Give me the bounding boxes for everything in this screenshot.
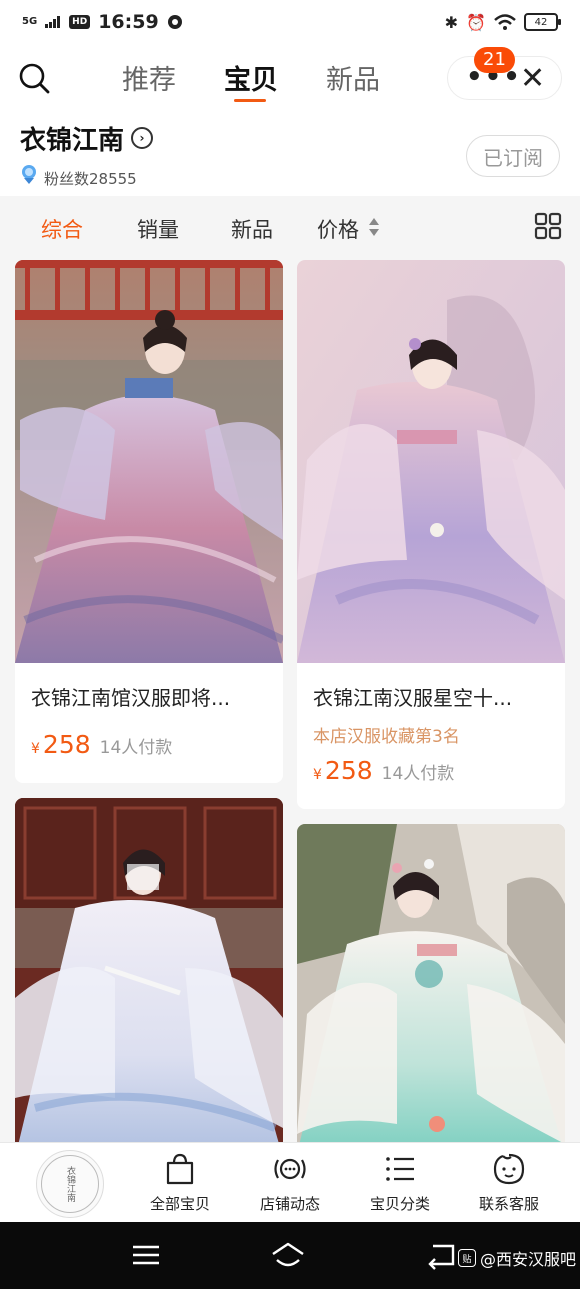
sold-count: 14人付款 xyxy=(99,738,173,758)
product-feed[interactable]: 衣锦江南馆汉服即将... ¥ 258 14人付款 衣锦江南汉服星空十... 本店… xyxy=(0,256,580,1142)
product-image xyxy=(15,798,283,1142)
fans-level-icon xyxy=(22,165,36,184)
watermark: 贴 @西安汉服吧 xyxy=(458,1246,576,1270)
product-card[interactable]: 衣锦江南馆汉服即将... ¥ 258 14人付款 xyxy=(15,260,283,783)
customer-service-label: 联系客服 xyxy=(478,1195,539,1213)
all-products-label: 全部宝贝 xyxy=(149,1195,210,1213)
shop-header: 衣锦江南 › 粉丝数28555 已订阅 xyxy=(0,110,580,196)
menu-icon[interactable] xyxy=(129,1240,163,1270)
tab-products[interactable]: 宝贝 xyxy=(224,58,278,97)
tab-new[interactable]: 新品 xyxy=(326,58,380,97)
back-icon[interactable] xyxy=(425,1240,459,1270)
price-row: ¥ 258 14人付款 xyxy=(313,756,454,785)
customer-service-button[interactable]: 联系客服 xyxy=(459,1151,559,1214)
product-price: 258 xyxy=(324,756,373,785)
chevron-right-icon[interactable]: › xyxy=(131,127,153,149)
subscribe-button[interactable]: 已订阅 xyxy=(466,135,560,177)
sold-count: 14人付款 xyxy=(381,764,455,784)
shop-rank-tag: 本店汉服收藏第3名 xyxy=(313,727,460,747)
clock: 16:59 xyxy=(98,11,159,33)
home-icon[interactable] xyxy=(271,1240,305,1270)
sort-bar: 综合 销量 新品 价格 xyxy=(0,196,580,256)
status-bar: 5G HD 16:59 ✱ ⏰ 42 xyxy=(0,0,580,44)
all-products-button[interactable]: 全部宝贝 xyxy=(130,1151,230,1214)
alarm-icon: ⏰ xyxy=(466,12,486,32)
grid-view-icon[interactable] xyxy=(534,212,562,240)
signal-icon xyxy=(45,16,61,28)
currency-symbol: ¥ xyxy=(31,741,40,757)
bluetooth-icon: ✱ xyxy=(444,12,459,32)
sort-price[interactable]: 价格 xyxy=(317,214,359,244)
category-list-icon xyxy=(386,1157,414,1181)
battery-icon: 42 xyxy=(524,13,561,31)
product-categories-label: 宝贝分类 xyxy=(369,1195,430,1213)
network-indicator: 5G xyxy=(22,16,38,27)
product-card[interactable] xyxy=(297,824,565,1142)
shopping-bag-icon xyxy=(166,1153,194,1185)
active-tab-indicator xyxy=(234,99,266,102)
currency-symbol: ¥ xyxy=(313,767,322,783)
product-image xyxy=(297,260,565,663)
product-card[interactable]: 衣锦江南汉服星空十... 本店汉服收藏第3名 ¥ 258 14人付款 xyxy=(297,260,565,809)
notification-icon xyxy=(167,15,182,29)
product-card[interactable] xyxy=(15,798,283,1142)
system-nav-bar: 贴 @西安汉服吧 xyxy=(0,1222,580,1289)
top-nav: 推荐 宝贝 新品 ••• ✕ 21 xyxy=(0,44,580,110)
shop-logo-text: 衣锦江南 xyxy=(41,1155,99,1213)
close-icon[interactable]: ✕ xyxy=(520,61,545,96)
product-title: 衣锦江南馆汉服即将... xyxy=(31,686,231,710)
message-count-badge: 21 xyxy=(474,47,515,73)
product-title: 衣锦江南汉服星空十... xyxy=(313,686,513,710)
search-icon[interactable] xyxy=(18,62,50,94)
shop-logo[interactable]: 衣锦江南 xyxy=(36,1150,104,1218)
hd-indicator: HD xyxy=(69,15,91,29)
watermark-text: @西安汉服吧 xyxy=(480,1250,577,1269)
shop-name[interactable]: 衣锦江南 xyxy=(20,120,124,157)
sort-sales[interactable]: 销量 xyxy=(137,214,179,244)
shop-bottom-bar: 衣锦江南 全部宝贝 店铺动态 宝贝分类 联系客服 xyxy=(0,1142,580,1222)
customer-service-icon xyxy=(493,1153,525,1185)
product-image xyxy=(15,260,283,663)
broadcast-icon xyxy=(274,1158,306,1180)
sort-comprehensive[interactable]: 综合 xyxy=(41,214,83,244)
shop-updates-button[interactable]: 店铺动态 xyxy=(240,1151,340,1214)
product-price: 258 xyxy=(42,730,91,759)
product-image xyxy=(297,824,565,1142)
price-row: ¥ 258 14人付款 xyxy=(31,730,172,759)
tab-recommend[interactable]: 推荐 xyxy=(122,58,176,97)
watermark-logo-icon: 贴 xyxy=(458,1249,476,1267)
shop-updates-label: 店铺动态 xyxy=(259,1195,320,1213)
sort-arrows-icon xyxy=(369,218,379,236)
sort-new[interactable]: 新品 xyxy=(231,214,273,244)
wifi-icon xyxy=(494,14,516,30)
fans-count: 粉丝数28555 xyxy=(44,170,137,188)
product-categories-button[interactable]: 宝贝分类 xyxy=(350,1151,450,1214)
